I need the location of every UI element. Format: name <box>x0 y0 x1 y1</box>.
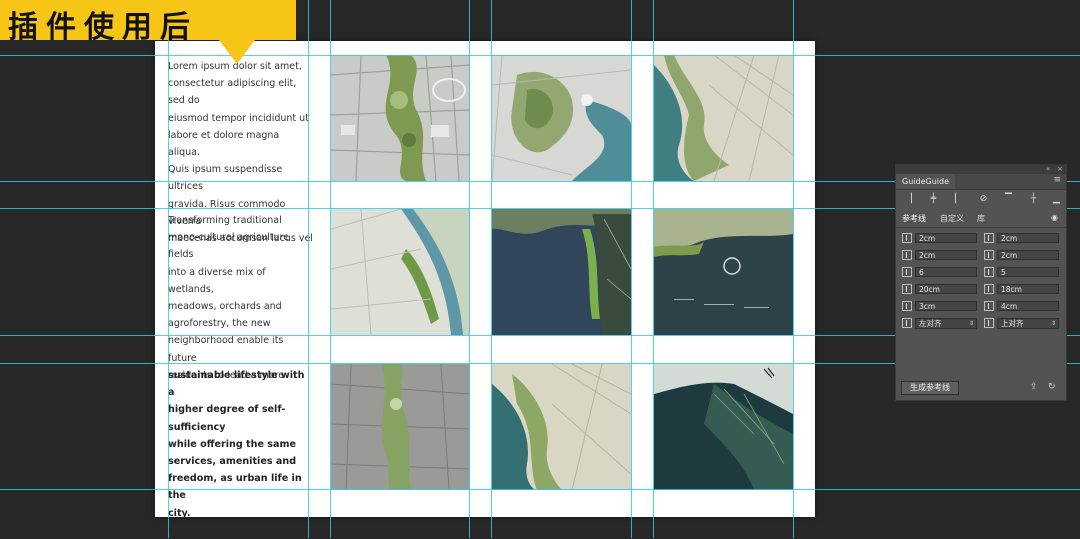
image-aerial-9 <box>654 364 793 490</box>
aerial-map-icon <box>331 209 470 335</box>
text-line: consectetur adipiscing elit, sed do <box>168 78 297 107</box>
top-margin-field[interactable]: 2cm <box>997 233 1059 243</box>
text-block-sustainable: sustainable lifestyle with a higher degre… <box>168 367 313 539</box>
refresh-icon[interactable]: ↻ <box>1048 382 1056 392</box>
text-line: sustainable lifestyle with a <box>168 370 305 399</box>
select-arrow-icon: ⇕ <box>1050 320 1056 327</box>
aerial-map-icon <box>331 364 470 490</box>
horizontal-align-select[interactable]: 左对齐 ⇕ <box>915 318 977 329</box>
guide-toolbar: ▕ ╪ ▏ ⊘ ▔ ┼ ▁ <box>900 193 1062 209</box>
columns-icon <box>902 267 912 277</box>
text-line: labore et dolore magna aliqua. <box>168 129 280 159</box>
bottom-margin-icon <box>984 250 994 260</box>
row-height-icon <box>984 284 994 294</box>
text-line: Quis ipsum suspendisse ultrices <box>168 164 283 193</box>
bottom-edge-guide-icon[interactable]: ▁ <box>1050 193 1063 206</box>
column-width-field[interactable]: 20cm <box>915 284 977 294</box>
text-line: Transforming traditional <box>168 215 282 226</box>
row-gutter-icon <box>984 301 994 311</box>
left-margin-icon <box>902 233 912 243</box>
text-line: \ <box>168 524 172 536</box>
image-aerial-2 <box>492 55 631 181</box>
text-line: city. <box>168 507 191 519</box>
aerial-map-icon <box>654 209 793 335</box>
midpoint-vertical-guide-icon[interactable]: ╪ <box>927 193 940 206</box>
image-aerial-3 <box>654 55 793 181</box>
top-edge-guide-icon[interactable]: ▔ <box>1002 193 1015 206</box>
save-set-icon[interactable]: ⇪ <box>1030 382 1038 392</box>
aerial-map-icon <box>492 364 631 490</box>
image-aerial-8 <box>492 364 631 490</box>
text-line: into a diverse mix of wetlands, <box>168 266 266 295</box>
tab-library[interactable]: 库 <box>977 213 985 224</box>
horizontal-align-icon <box>902 318 912 328</box>
select-arrow-icon: ⇕ <box>968 320 974 327</box>
close-icon[interactable]: × <box>1057 165 1063 173</box>
row-gutter-field[interactable]: 4cm <box>997 301 1059 311</box>
right-margin-icon <box>902 250 912 260</box>
image-aerial-5 <box>492 209 631 335</box>
columns-field[interactable]: 6 <box>915 267 977 277</box>
collapse-icon[interactable]: « <box>1046 165 1050 173</box>
top-margin-icon <box>984 233 994 243</box>
badge-pointer <box>219 40 255 64</box>
column-gutter-icon <box>902 301 912 311</box>
aerial-map-icon <box>492 209 631 335</box>
right-edge-guide-icon[interactable]: ▏ <box>952 193 965 206</box>
horizontal-align-value: 左对齐 <box>919 319 942 328</box>
aerial-map-icon <box>492 55 631 181</box>
image-aerial-7 <box>331 364 470 490</box>
text-line: mono-cultural agriculture fields <box>168 232 290 261</box>
panel-title[interactable]: GuideGuide <box>896 174 955 189</box>
aerial-map-icon <box>331 55 470 181</box>
aerial-map-icon <box>654 55 793 181</box>
aerial-map-icon <box>654 364 793 490</box>
image-aerial-6 <box>654 209 793 335</box>
vertical-align-icon <box>984 318 994 328</box>
row-height-field[interactable]: 18cm <box>997 284 1059 294</box>
text-line: eiusmod tempor incididunt ut <box>168 112 309 124</box>
text-line: freedom, as urban life in the <box>168 473 302 502</box>
generate-guides-button[interactable]: 生成参考线 <box>901 381 959 395</box>
tab-guides[interactable]: 参考线 <box>902 213 926 224</box>
tab-custom[interactable]: 自定义 <box>940 213 964 224</box>
image-aerial-1 <box>331 55 470 181</box>
plugin-badge: 插件使用后 <box>0 0 296 45</box>
text-block-transforming: Transforming traditional mono-cultural ag… <box>168 212 313 384</box>
panel-tabs: 参考线 自定义 库 ◉ <box>896 211 1066 228</box>
midpoint-horizontal-guide-icon[interactable]: ┼ <box>1027 193 1040 206</box>
text-line: meadows, orchards and <box>168 301 282 313</box>
text-line: while offering the same <box>168 438 296 450</box>
image-aerial-4 <box>331 209 470 335</box>
rows-icon <box>984 267 994 277</box>
text-line: services, amenities and <box>168 456 297 468</box>
guideguide-panel: « × GuideGuide ≡ ▕ ╪ ▏ ⊘ ▔ ┼ ▁ 参考线 自定义 库… <box>895 164 1067 401</box>
text-line: higher degree of self-sufficiency <box>168 404 286 433</box>
right-margin-field[interactable]: 2cm <box>915 250 977 260</box>
panel-menu-icon[interactable]: ≡ <box>1053 175 1061 185</box>
column-width-icon <box>902 284 912 294</box>
left-edge-guide-icon[interactable]: ▕ <box>902 193 915 206</box>
visibility-icon[interactable]: ◉ <box>1051 213 1058 222</box>
bottom-margin-field[interactable]: 2cm <box>997 250 1059 260</box>
text-line: neighborhood enable its future <box>168 335 284 364</box>
vertical-align-value: 上对齐 <box>1001 319 1024 328</box>
left-margin-field[interactable]: 2cm <box>915 233 977 243</box>
badge-text: 插件使用后 <box>8 10 198 45</box>
rows-field[interactable]: 5 <box>997 267 1059 277</box>
vertical-align-select[interactable]: 上对齐 ⇕ <box>997 318 1059 329</box>
clear-guides-icon[interactable]: ⊘ <box>977 193 990 206</box>
text-line: agroforestry, the new <box>168 318 271 330</box>
column-gutter-field[interactable]: 3cm <box>915 301 977 311</box>
